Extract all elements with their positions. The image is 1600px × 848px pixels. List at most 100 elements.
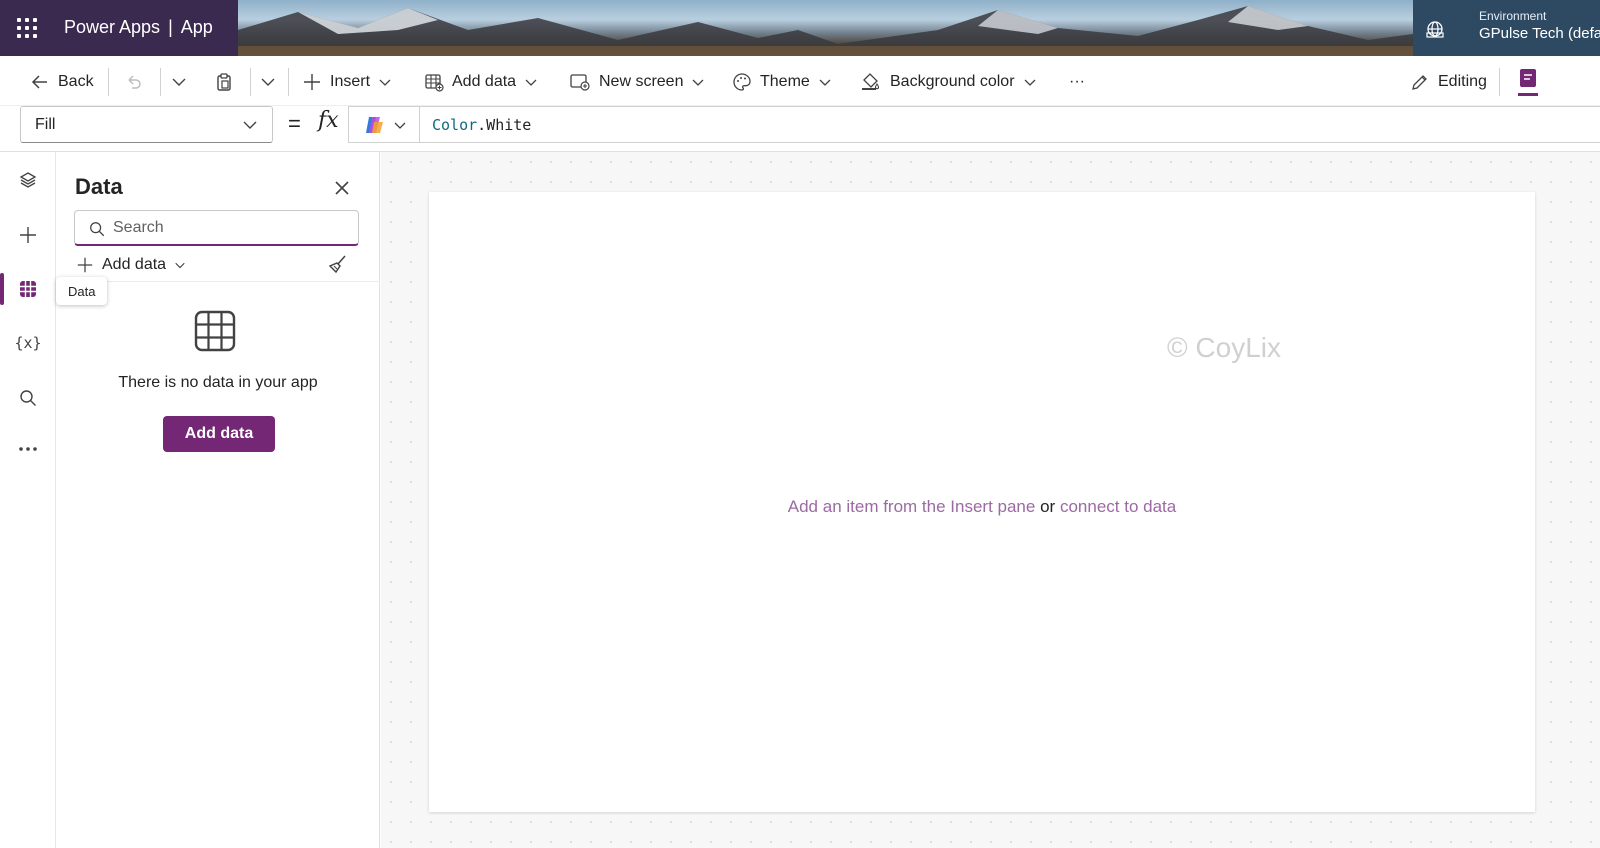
copilot-icon	[366, 116, 383, 133]
environment-picker[interactable]: Environment GPulse Tech (defa	[1413, 0, 1600, 56]
rail-data[interactable]	[0, 269, 56, 309]
chevron-down-icon	[261, 78, 275, 86]
canvas-area: © CoyLix Add an item from the Insert pan…	[381, 152, 1600, 848]
insert-pane-link[interactable]: Add an item from the Insert pane	[788, 497, 1036, 516]
layers-icon	[19, 172, 37, 188]
broom-icon[interactable]	[326, 254, 348, 276]
formula-input[interactable]: Color .White	[420, 106, 1600, 143]
app-header: Power Apps | App Environment GPulse Tech (…	[0, 0, 1600, 56]
close-icon[interactable]	[330, 176, 354, 200]
header-banner-image	[238, 0, 1413, 56]
app-title: Power Apps | App	[64, 17, 213, 38]
chevron-down-icon	[172, 78, 186, 86]
environment-name: GPulse Tech (defa	[1479, 25, 1600, 42]
rail-search[interactable]	[0, 378, 56, 418]
property-value: Fill	[35, 115, 56, 133]
search-input[interactable]	[113, 218, 343, 237]
canvas-hint: Add an item from the Insert pane or conn…	[429, 497, 1535, 517]
toolbar-divider	[288, 68, 289, 96]
toolbar-divider	[1499, 68, 1500, 96]
theme-button[interactable]: Theme	[732, 69, 832, 95]
back-button[interactable]: Back	[30, 69, 94, 95]
palette-icon	[733, 73, 751, 91]
chevron-down-icon	[394, 122, 406, 129]
notebook-icon	[1518, 69, 1538, 96]
toolbar-divider	[108, 68, 109, 96]
insert-label: Insert	[330, 73, 371, 90]
property-dropdown[interactable]: Fill	[20, 106, 273, 143]
chevron-down-icon	[243, 121, 257, 129]
theme-label: Theme	[760, 73, 810, 90]
rail-insert[interactable]	[0, 215, 56, 255]
search-icon	[90, 222, 105, 237]
pane-add-data-label: Add data	[102, 256, 167, 273]
new-screen-label: New screen	[599, 73, 684, 90]
app-screen[interactable]: © CoyLix Add an item from the Insert pan…	[429, 192, 1535, 812]
command-bar: Back Insert Add data New screen Theme Ba…	[0, 56, 1600, 106]
product-name: Power Apps	[64, 17, 161, 37]
pane-title: Data	[75, 174, 123, 199]
data-search-box[interactable]	[74, 210, 359, 246]
rail-tree-view[interactable]	[0, 160, 56, 200]
background-color-button[interactable]: Background color	[860, 69, 1037, 95]
connect-data-link[interactable]: connect to data	[1060, 497, 1176, 516]
search-icon	[20, 390, 36, 406]
formula-bar: Fill = fx Color .White	[0, 106, 1600, 152]
copilot-button[interactable]	[348, 106, 420, 143]
table-icon	[194, 310, 236, 352]
add-data-primary-button[interactable]: Add data	[163, 416, 275, 452]
background-color-label: Background color	[890, 73, 1015, 90]
editing-label: Editing	[1438, 73, 1487, 90]
left-rail: {x}	[0, 152, 56, 848]
add-data-button[interactable]: Add data	[424, 69, 538, 95]
chevron-down-icon	[1024, 79, 1035, 86]
empty-state-message: There is no data in your app	[118, 374, 318, 391]
environment-label: Environment	[1479, 9, 1547, 23]
arrow-left-icon	[31, 75, 47, 89]
undo-icon	[128, 75, 141, 89]
paste-button[interactable]	[214, 69, 234, 95]
ellipsis-icon	[19, 447, 37, 451]
chevron-down-icon	[693, 79, 704, 86]
table-add-icon	[425, 74, 444, 92]
environment-icon	[1426, 21, 1444, 38]
insert-button[interactable]: Insert	[302, 69, 392, 95]
rail-variables[interactable]: {x}	[0, 323, 56, 363]
more-commands-button[interactable]: ···	[1069, 69, 1085, 95]
clipboard-icon	[217, 73, 231, 91]
app-name: App	[180, 17, 213, 37]
back-label: Back	[58, 73, 94, 90]
app-launcher-icon[interactable]	[14, 15, 40, 41]
plus-icon	[77, 257, 93, 273]
pane-add-data-menu[interactable]: Add data	[76, 254, 186, 276]
data-grid-icon	[20, 281, 36, 297]
hint-or: or	[1040, 497, 1056, 516]
title-separator: |	[168, 17, 173, 37]
chevron-down-icon	[175, 262, 185, 269]
plus-icon	[20, 227, 36, 243]
fx-icon[interactable]: fx	[318, 108, 339, 133]
paint-bucket-icon	[862, 73, 880, 90]
rail-more[interactable]	[0, 429, 56, 469]
undo-dropdown[interactable]	[170, 69, 188, 95]
undo-button[interactable]	[124, 69, 144, 95]
editing-mode-button[interactable]: Editing	[1410, 69, 1487, 95]
pencil-icon	[1412, 75, 1427, 90]
new-screen-button[interactable]: New screen	[569, 69, 705, 95]
toolbar-divider	[250, 68, 251, 96]
more-icon: ···	[1069, 73, 1085, 90]
new-screen-icon	[570, 74, 590, 91]
paste-dropdown[interactable]	[259, 69, 277, 95]
toolbar-divider	[160, 68, 161, 96]
data-pane: Data Add data There is no data in your a…	[56, 152, 380, 848]
formula-token-member: .White	[477, 115, 532, 134]
rail-tooltip: Data	[56, 277, 108, 305]
plus-icon	[304, 74, 320, 90]
add-data-label: Add data	[452, 73, 517, 90]
chevron-down-icon	[819, 79, 831, 86]
chevron-down-icon	[525, 79, 537, 86]
watermark-text: © CoyLix	[1167, 332, 1281, 363]
formula-token-object: Color	[432, 115, 478, 134]
notes-button[interactable]	[1516, 69, 1540, 96]
chevron-down-icon	[379, 79, 391, 86]
